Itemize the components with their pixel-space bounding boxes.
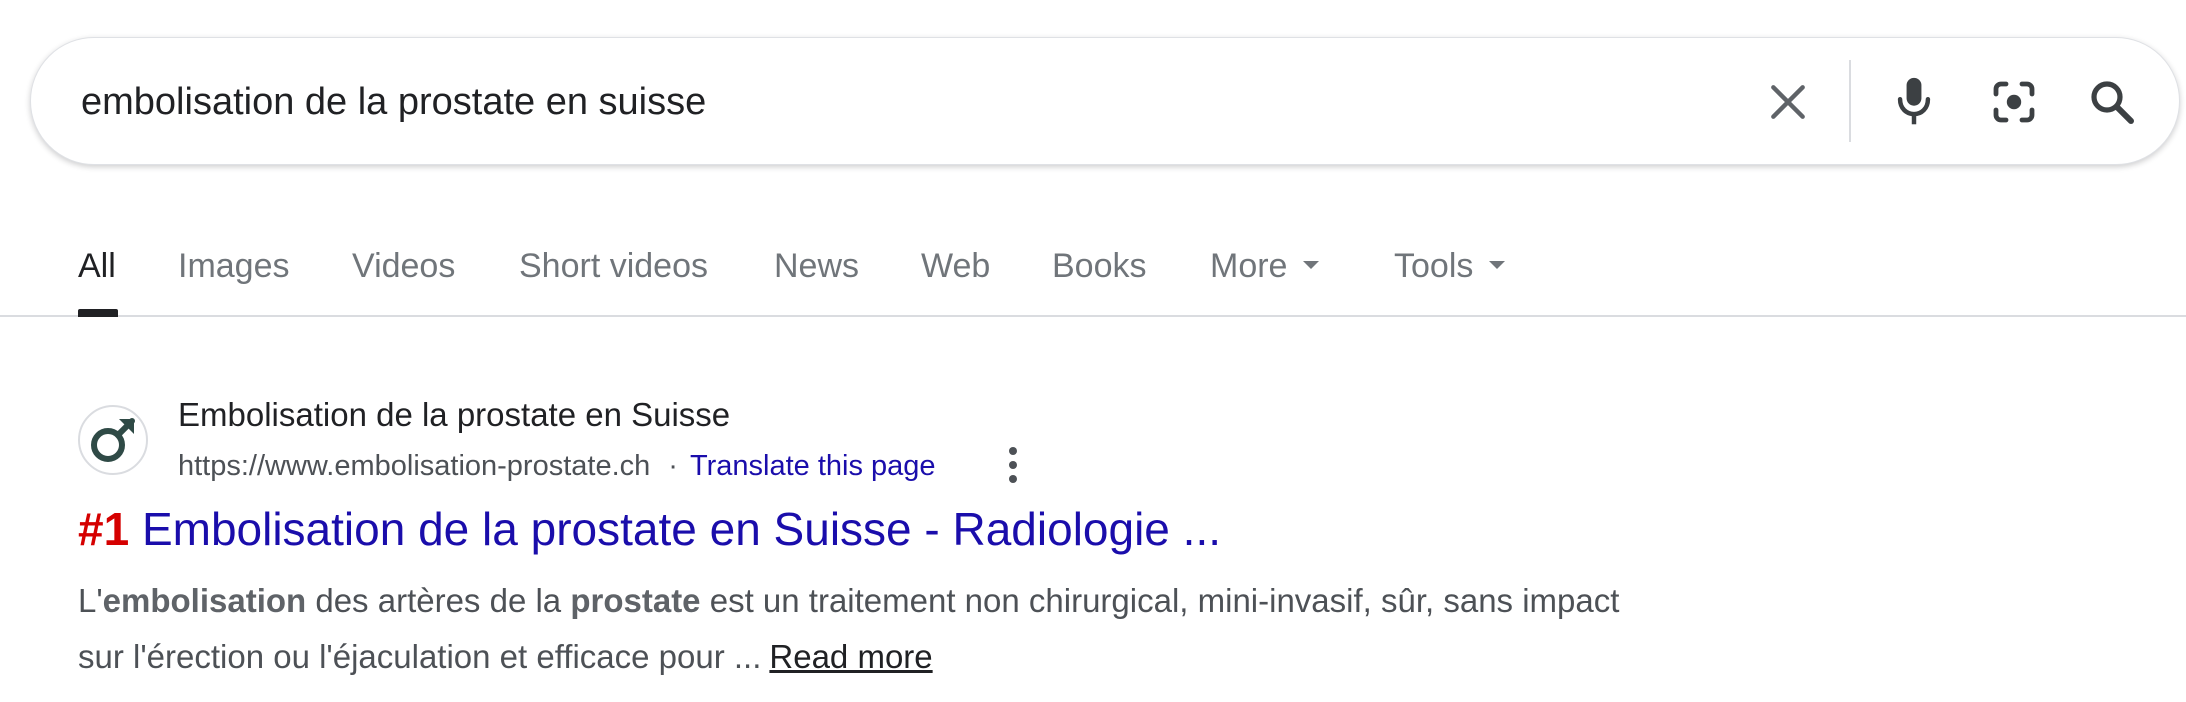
tab-news[interactable]: News xyxy=(774,247,859,286)
snippet-highlight: embolisation xyxy=(102,582,307,619)
tab-web[interactable]: Web xyxy=(921,247,990,286)
microphone-icon[interactable] xyxy=(1879,38,1949,166)
tab-images[interactable]: Images xyxy=(178,247,290,286)
tab-more[interactable]: More xyxy=(1210,247,1320,286)
close-icon[interactable] xyxy=(1753,38,1823,166)
more-vert-icon[interactable] xyxy=(998,443,1028,487)
search-bar[interactable]: embolisation de la prostate en suisse xyxy=(30,37,2180,165)
result-url[interactable]: https://www.embolisation-prostate.ch xyxy=(178,450,650,483)
translate-page-link[interactable]: Translate this page xyxy=(690,450,936,483)
tab-all[interactable]: All xyxy=(78,247,116,286)
search-input[interactable]: embolisation de la prostate en suisse xyxy=(81,38,706,166)
search-tabs: All Images Videos Short videos News Web … xyxy=(0,225,2186,317)
result-site-name[interactable]: Embolisation de la prostate en Suisse xyxy=(178,396,730,434)
result-title-link[interactable]: #1 Embolisation de la prostate en Suisse… xyxy=(78,502,1221,556)
male-symbol-icon[interactable] xyxy=(78,405,148,475)
tab-videos[interactable]: Videos xyxy=(352,247,455,286)
search-icon[interactable] xyxy=(2077,38,2147,166)
snippet-text: L' xyxy=(78,582,103,619)
tab-short-videos[interactable]: Short videos xyxy=(519,247,708,286)
search-bar-divider xyxy=(1849,60,1851,142)
snippet-text: des artères de la xyxy=(306,582,571,619)
read-more-link[interactable]: Read more xyxy=(769,638,932,675)
tab-more-label: More xyxy=(1210,247,1288,285)
url-separator: · xyxy=(668,449,678,482)
tab-tools-label: Tools xyxy=(1394,247,1474,285)
tab-tools[interactable]: Tools xyxy=(1394,247,1506,286)
active-tab-indicator xyxy=(78,309,118,317)
camera-lens-icon[interactable] xyxy=(1979,38,2049,166)
result-url-row: https://www.embolisation-prostate.ch · T… xyxy=(178,446,936,486)
caret-down-icon xyxy=(1489,261,1506,270)
caret-down-icon xyxy=(1303,261,1320,270)
result-title-text: Embolisation de la prostate en Suisse - … xyxy=(129,503,1221,555)
result-snippet: L'embolisation des artères de la prostat… xyxy=(78,573,1638,685)
snippet-highlight: prostate xyxy=(570,582,701,619)
result-title-rank: #1 xyxy=(78,503,130,555)
tab-books[interactable]: Books xyxy=(1052,247,1147,286)
